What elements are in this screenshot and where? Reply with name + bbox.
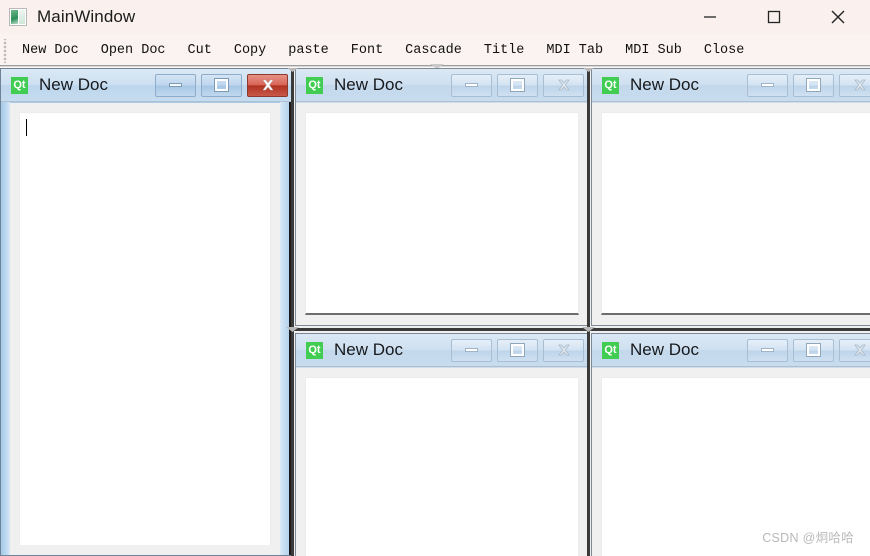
toolbar-button-cascade[interactable]: Cascade (394, 41, 473, 61)
subwindow-controls-5 (747, 338, 870, 362)
text-caret (26, 119, 27, 136)
qt-icon: Qt (602, 341, 619, 359)
subwindow-minimize-button[interactable] (155, 73, 196, 97)
subwindow-title-3: New Doc (630, 75, 699, 94)
subwindow-titlebar-3[interactable]: Qt New Doc (592, 69, 870, 102)
subwindow-close-button[interactable] (247, 73, 288, 97)
qt-icon: Qt (602, 76, 619, 94)
minimize-icon (465, 348, 478, 352)
toolbar-button-cut[interactable]: Cut (177, 41, 223, 61)
window-titlebar: MainWindow (0, 0, 870, 34)
close-icon[interactable] (806, 0, 870, 34)
window-title: MainWindow (37, 7, 136, 26)
subwindow-client-4 (296, 368, 588, 556)
toolbar: New Doc Open Doc Cut Copy paste Font Cas… (0, 34, 870, 67)
subwindow-controls-2 (451, 73, 588, 97)
subwindow-title-4: New Doc (334, 340, 403, 359)
subwindow-client-1 (10, 103, 280, 555)
subwindow-client-3 (592, 103, 870, 325)
mdi-subwindow-5[interactable]: Qt New Doc (591, 333, 870, 556)
subwindow-minimize-button[interactable] (747, 73, 788, 97)
window-controls (678, 0, 870, 34)
subwindow-maximize-button[interactable] (497, 338, 538, 362)
mdi-subwindow-4[interactable]: Qt New Doc (295, 333, 589, 556)
close-icon (262, 79, 273, 91)
toolbar-button-open-doc[interactable]: Open Doc (90, 41, 177, 61)
maximize-icon[interactable] (742, 0, 806, 34)
text-editor-4[interactable] (305, 377, 579, 556)
main-window: MainWindow New Doc Open Doc Cut Copy pas… (0, 0, 870, 556)
toolbar-button-mdi-sub[interactable]: MDI Sub (614, 41, 693, 61)
toolbar-button-copy[interactable]: Copy (223, 41, 277, 61)
mdi-subwindow-1[interactable]: Qt New Doc (0, 68, 293, 556)
mdi-splitter-vertical-2[interactable] (587, 68, 590, 556)
text-editor-1[interactable] (19, 112, 271, 545)
subwindow-client-2 (296, 103, 588, 325)
text-editor-3[interactable] (601, 112, 870, 315)
subwindow-maximize-button[interactable] (497, 73, 538, 97)
mdi-splitter-horizontal-2[interactable] (589, 328, 870, 331)
mdi-area: Qt New Doc Qt New Doc Qt New Doc Qt New … (0, 68, 870, 556)
subwindow-minimize-button[interactable] (451, 73, 492, 97)
subwindow-title-5: New Doc (630, 340, 699, 359)
minimize-icon[interactable] (678, 0, 742, 34)
subwindow-close-button[interactable] (543, 73, 584, 97)
mdi-splitter-vertical-1[interactable] (291, 68, 294, 556)
subwindow-titlebar-1[interactable]: Qt New Doc (1, 69, 292, 102)
mdi-subwindow-2[interactable]: Qt New Doc (295, 68, 589, 326)
maximize-icon (510, 343, 525, 357)
toolbar-button-mdi-tab[interactable]: MDI Tab (535, 41, 614, 61)
subwindow-controls-3 (747, 73, 870, 97)
mdi-subwindow-3[interactable]: Qt New Doc (591, 68, 870, 326)
subwindow-minimize-button[interactable] (747, 338, 788, 362)
subwindow-minimize-button[interactable] (451, 338, 492, 362)
subwindow-controls-1 (155, 73, 292, 97)
toolbar-drag-handle[interactable] (2, 38, 11, 63)
toolbar-button-title[interactable]: Title (473, 41, 536, 61)
maximize-icon (510, 78, 525, 92)
close-icon (853, 79, 866, 91)
toolbar-button-paste[interactable]: paste (277, 41, 340, 61)
maximize-icon (806, 78, 821, 92)
subwindow-titlebar-4[interactable]: Qt New Doc (296, 334, 588, 367)
maximize-icon (214, 78, 229, 92)
subwindow-title-1: New Doc (39, 75, 108, 94)
subwindow-close-button[interactable] (839, 338, 870, 362)
close-icon (557, 344, 570, 356)
text-editor-2[interactable] (305, 112, 579, 315)
subwindow-maximize-button[interactable] (793, 73, 834, 97)
subwindow-titlebar-5[interactable]: Qt New Doc (592, 334, 870, 367)
app-icon (9, 8, 27, 26)
qt-icon: Qt (306, 76, 323, 94)
minimize-icon (465, 83, 478, 87)
subwindow-maximize-button[interactable] (201, 73, 242, 97)
minimize-icon (761, 83, 774, 87)
watermark: CSDN @炯哈哈 (762, 531, 854, 545)
toolbar-button-new-doc[interactable]: New Doc (11, 41, 90, 61)
close-icon (557, 79, 570, 91)
subwindow-close-button[interactable] (543, 338, 584, 362)
mdi-splitter-horizontal-1[interactable] (293, 328, 589, 331)
toolbar-button-font[interactable]: Font (340, 41, 394, 61)
close-icon (853, 344, 866, 356)
subwindow-close-button[interactable] (839, 73, 870, 97)
qt-icon: Qt (11, 76, 28, 94)
toolbar-button-close[interactable]: Close (693, 41, 756, 61)
maximize-icon (806, 343, 821, 357)
subwindow-controls-4 (451, 338, 588, 362)
minimize-icon (169, 83, 182, 87)
subwindow-titlebar-2[interactable]: Qt New Doc (296, 69, 588, 102)
subwindow-title-2: New Doc (334, 75, 403, 94)
qt-icon: Qt (306, 341, 323, 359)
minimize-icon (761, 348, 774, 352)
subwindow-maximize-button[interactable] (793, 338, 834, 362)
subwindow-frame-left (1, 69, 10, 555)
